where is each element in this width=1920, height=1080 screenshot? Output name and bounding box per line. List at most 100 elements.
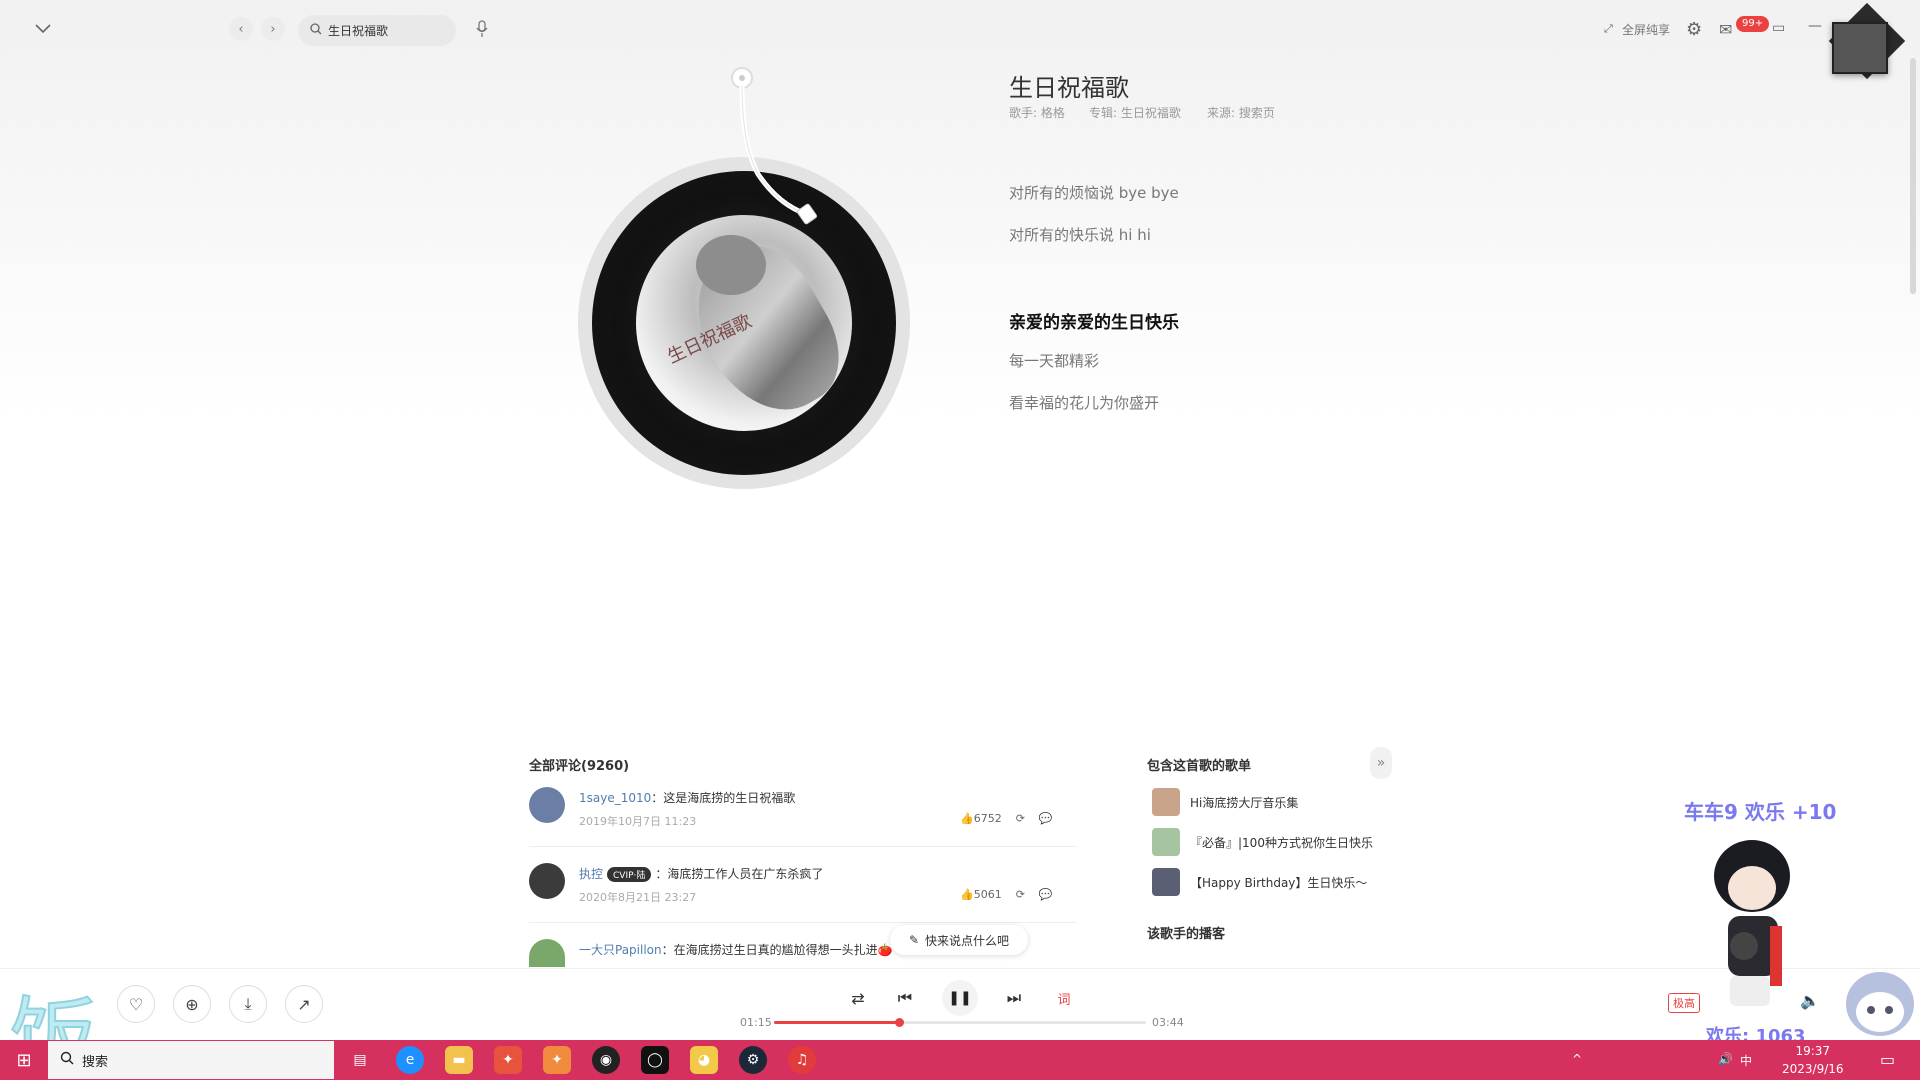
volume-icon[interactable]: 🔈 <box>1800 990 1820 1010</box>
like-button[interactable]: 👍6752 <box>960 812 1002 825</box>
lyric-line: 对所有的快乐说 hi hi <box>1009 226 1151 244</box>
playlist-thumbnail <box>1152 788 1180 816</box>
download-button[interactable]: ⤓ <box>229 985 267 1023</box>
app-icon-owl[interactable]: ◕ <box>690 1046 718 1074</box>
expand-chevron-icon[interactable]: » <box>1370 747 1392 779</box>
like-count: 5061 <box>973 888 1002 901</box>
search-input[interactable] <box>328 23 448 38</box>
comment-user[interactable]: 一大只Papillon <box>579 943 662 957</box>
lyrics-toggle-icon[interactable]: 词 <box>1052 986 1076 1010</box>
avatar[interactable] <box>529 863 565 899</box>
share-button[interactable]: ↗ <box>285 985 323 1023</box>
lyric-line-current: 亲爱的亲爱的生日快乐 <box>1009 313 1179 333</box>
taskbar-clock[interactable]: 19:37 2023/9/16 <box>1782 1042 1844 1078</box>
notification-icon[interactable]: ▭ <box>1880 1050 1895 1069</box>
playlist-item[interactable]: 『必备』|100种方式祝你生日快乐 <box>1152 828 1373 856</box>
fullscreen-label[interactable]: 全屏纯享 <box>1622 21 1670 38</box>
comment-actions: 👍5061 ⟳ 💬 <box>960 888 1053 901</box>
taskbar-search[interactable]: 搜索 <box>48 1041 334 1079</box>
previous-track-icon[interactable]: ⏮ <box>893 986 917 1010</box>
tray-chevron-icon[interactable]: ^ <box>1572 1052 1582 1066</box>
task-view-icon[interactable]: ▤ <box>346 1046 374 1074</box>
back-button[interactable]: ‹ <box>229 17 253 41</box>
playlist-item[interactable]: 【Happy Birthday】生日快乐～ <box>1152 868 1367 896</box>
app-icon-red[interactable]: ✦ <box>494 1046 522 1074</box>
fullscreen-icon[interactable]: ⤢ <box>1604 22 1613 36</box>
divider <box>529 922 1077 923</box>
comment-actions: 👍6752 ⟳ 💬 <box>960 812 1053 825</box>
singer-link[interactable]: 歌手: 格格 <box>1009 104 1065 121</box>
avatar[interactable] <box>529 787 565 823</box>
mail-icon[interactable]: ✉ <box>1719 20 1732 39</box>
vip-badge: CVIP·陆 <box>607 867 652 882</box>
windows-start-icon[interactable]: ⊞ <box>10 1046 38 1074</box>
comment-body: 1saye_1010：这是海底捞的生日祝福歌 <box>579 789 795 806</box>
collapse-chevron-icon[interactable] <box>32 18 54 40</box>
playlist-item[interactable]: Hi海底捞大厅音乐集 <box>1152 788 1298 816</box>
pencil-icon: ✎ <box>908 933 920 947</box>
album-link[interactable]: 专辑: 生日祝福歌 <box>1089 104 1181 121</box>
comment-user[interactable]: 执控 <box>579 867 603 881</box>
mini-mode-icon[interactable]: ▭ <box>1772 20 1785 36</box>
add-to-playlist-button[interactable]: ⊕ <box>173 985 211 1023</box>
progress-fill <box>774 1021 899 1024</box>
comment-text: ：海底捞工作人员在广东杀疯了 <box>655 867 824 881</box>
source-link[interactable]: 来源: 搜索页 <box>1207 104 1275 121</box>
share-icon[interactable]: ⟳ <box>1016 812 1025 825</box>
lyric-line: 看幸福的花儿为你盛开 <box>1009 394 1160 412</box>
lyric-line: 每一天都精彩 <box>1009 352 1100 370</box>
avatar[interactable] <box>529 939 565 967</box>
search-box[interactable] <box>298 15 456 46</box>
comment-user[interactable]: 1saye_1010 <box>579 791 651 805</box>
album-cover: 生日祝福歌 <box>636 215 852 431</box>
next-track-icon[interactable]: ⏭ <box>1002 986 1026 1010</box>
progress-knob[interactable] <box>895 1018 904 1027</box>
tray-ime-label[interactable]: 中 <box>1740 1052 1752 1069</box>
write-comment-label: 快来说点什么吧 <box>925 933 1010 948</box>
app-icon-orange[interactable]: ✦ <box>543 1046 571 1074</box>
floating-mini-player[interactable] <box>1832 22 1888 74</box>
steam-icon[interactable]: ⚙ <box>739 1046 767 1074</box>
playlist-name: Hi海底捞大厅音乐集 <box>1190 795 1299 810</box>
minimize-icon[interactable]: — <box>1808 18 1822 34</box>
like-heart-button[interactable]: ♡ <box>117 985 155 1023</box>
like-button[interactable]: 👍5061 <box>960 888 1002 901</box>
anime-girl-sticker <box>1846 972 1914 1036</box>
reply-icon[interactable]: 💬 <box>1039 812 1053 825</box>
comments-title: 全部评论(9260) <box>529 759 630 774</box>
forward-button[interactable]: › <box>261 17 285 41</box>
share-icon[interactable]: ⟳ <box>1016 888 1025 901</box>
edge-browser-icon[interactable]: e <box>396 1046 424 1074</box>
divider <box>529 846 1077 847</box>
file-explorer-icon[interactable]: ▬ <box>445 1046 473 1074</box>
playlists-title: 包含这首歌的歌单 <box>1147 759 1252 774</box>
play-mode-icon[interactable]: ⇄ <box>846 986 870 1010</box>
tonearm <box>731 67 818 225</box>
playlist-thumbnail <box>1152 828 1180 856</box>
microphone-icon[interactable] <box>472 18 492 40</box>
app-icon-dark[interactable]: ◉ <box>592 1046 620 1074</box>
settings-gear-icon[interactable]: ⚙ <box>1686 19 1702 40</box>
comment-time: 2019年10月7日 11:23 <box>579 815 697 828</box>
scrollbar[interactable] <box>1910 58 1916 294</box>
reply-icon[interactable]: 💬 <box>1039 888 1053 901</box>
clock-date: 2023/9/16 <box>1782 1062 1844 1076</box>
quality-badge[interactable]: 极高 <box>1668 993 1700 1013</box>
tray-volume-icon[interactable]: 🔊 <box>1718 1052 1733 1066</box>
pause-button[interactable]: ❚❚ <box>942 980 978 1016</box>
comment-body: 一大只Papillon：在海底捞过生日真的尴尬得想一头扎进🍅 <box>579 941 893 958</box>
thumb-up-icon: 👍 <box>960 812 974 825</box>
write-comment-button[interactable]: ✎ 快来说点什么吧 <box>890 925 1028 955</box>
comment-text: ：这是海底捞的生日祝福歌 <box>651 791 796 805</box>
mail-badge: 99+ <box>1736 16 1770 32</box>
app-icon-yellow-ring[interactable]: ◯ <box>641 1046 669 1074</box>
comment-text: ：在海底捞过生日真的尴尬得想一头扎进 <box>661 943 878 957</box>
comment-body: 执控 CVIP·陆 ：海底捞工作人员在广东杀疯了 <box>579 865 823 882</box>
clock-time: 19:37 <box>1795 1044 1831 1058</box>
search-icon <box>310 23 322 38</box>
like-count: 6752 <box>973 812 1002 825</box>
netease-music-icon[interactable]: ♫ <box>788 1046 816 1074</box>
taskbar-search-label: 搜索 <box>82 1054 109 1070</box>
search-icon <box>60 1051 74 1069</box>
chibi-character-sticker <box>1714 840 1790 1006</box>
